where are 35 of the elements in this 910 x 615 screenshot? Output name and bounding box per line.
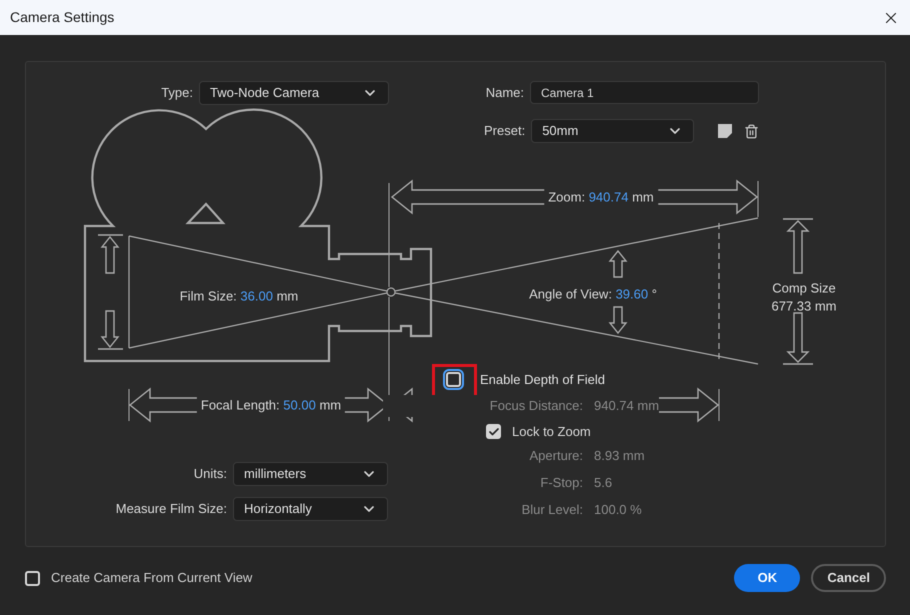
- depth-of-field-checkbox[interactable]: [446, 372, 461, 388]
- measure-film-size-dropdown[interactable]: Horizontally: [233, 497, 388, 521]
- down-arrow-icon: [608, 306, 628, 334]
- field-value: 100.0 %: [594, 500, 642, 519]
- create-from-view-label: Create Camera From Current View: [51, 569, 252, 588]
- delete-icon[interactable]: [744, 124, 760, 138]
- name-label: Name:: [486, 84, 524, 102]
- focus-distance-value: 940.74 mm: [594, 397, 660, 416]
- depth-of-field-label: Enable Depth of Field: [480, 371, 606, 389]
- field-value: 8.93 mm: [594, 446, 645, 465]
- name-field[interactable]: Camera 1: [530, 81, 759, 104]
- field-label: Blur Level:: [520, 500, 583, 519]
- cancel-button[interactable]: Cancel: [811, 564, 886, 592]
- lock-to-zoom-label: Lock to Zoom: [512, 423, 591, 441]
- field-label: Aperture:: [528, 446, 583, 465]
- preset-label: Preset:: [484, 122, 526, 140]
- ok-button[interactable]: OK: [734, 564, 800, 592]
- comp-size-label: Comp Size: [772, 279, 836, 298]
- type-label: Type:: [161, 84, 193, 102]
- units-label: Units:: [194, 465, 227, 484]
- type-dropdown[interactable]: Two-Node Camera: [199, 81, 389, 105]
- up-arrow-icon: [608, 250, 628, 278]
- create-from-view-checkbox[interactable]: [25, 570, 40, 586]
- focal-length-reading: Focal Length: 50.00 mm: [196, 395, 346, 415]
- units-dropdown[interactable]: millimeters: [233, 462, 388, 486]
- preset-dropdown[interactable]: 50mm: [531, 119, 694, 143]
- field-value: 5.6: [594, 474, 612, 492]
- field-label: F-Stop:: [539, 474, 583, 492]
- zoom-reading: Zoom: 940.74 mm: [544, 187, 658, 207]
- window-title: Camera Settings: [10, 8, 114, 27]
- save-preset-icon[interactable]: [718, 124, 732, 138]
- focus-distance-label: Focus Distance:: [488, 397, 583, 416]
- lock-to-zoom-checkbox[interactable]: [486, 424, 501, 440]
- comp-size-value: 677.33 mm: [771, 297, 837, 316]
- measure-film-size-label: Measure Film Size:: [116, 500, 227, 518]
